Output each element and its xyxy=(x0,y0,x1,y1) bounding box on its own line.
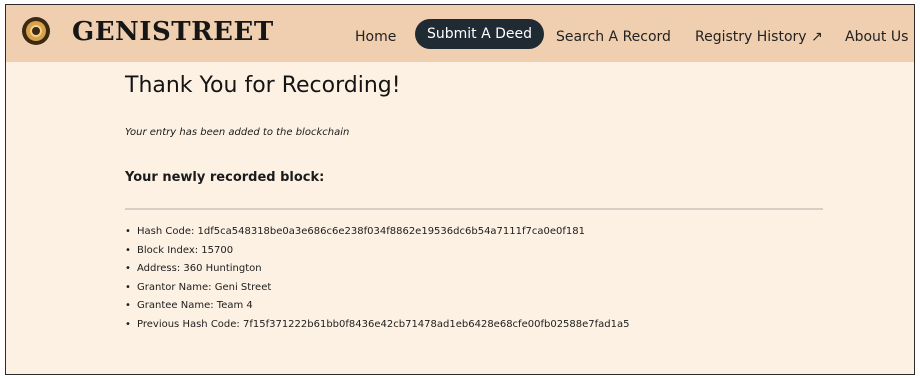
confirmation-message: Your entry has been added to the blockch… xyxy=(125,127,350,138)
detail-previous-hash-code: Previous Hash Code: 7f15f371222b61bb0f84… xyxy=(125,316,630,335)
seal-icon[interactable] xyxy=(22,17,50,45)
nav-home[interactable]: Home xyxy=(355,22,396,52)
detail-block-index: Block Index: 15700 xyxy=(125,242,630,261)
detail-grantee-name: Grantee Name: Team 4 xyxy=(125,297,630,316)
top-navbar: GENISTREET Home Submit A Deed Search A R… xyxy=(6,5,914,62)
section-heading: Your newly recorded block: xyxy=(125,170,325,185)
nav-about-us[interactable]: About Us xyxy=(845,22,908,52)
brand-name[interactable]: GENISTREET xyxy=(72,17,274,47)
app-window: GENISTREET Home Submit A Deed Search A R… xyxy=(5,4,915,375)
detail-address: Address: 360 Huntington xyxy=(125,260,630,279)
divider xyxy=(125,208,823,210)
block-details-list: Hash Code: 1df5ca548318be0a3e686c6e238f0… xyxy=(125,223,630,334)
nav-submit-a-deed[interactable]: Submit A Deed xyxy=(415,19,545,49)
nav-search-a-record[interactable]: Search A Record xyxy=(556,22,671,52)
page-title: Thank You for Recording! xyxy=(125,73,401,98)
detail-hash-code: Hash Code: 1df5ca548318be0a3e686c6e238f0… xyxy=(125,223,630,242)
nav-registry-history[interactable]: Registry History ↗ xyxy=(695,22,823,52)
detail-grantor-name: Grantor Name: Geni Street xyxy=(125,279,630,298)
